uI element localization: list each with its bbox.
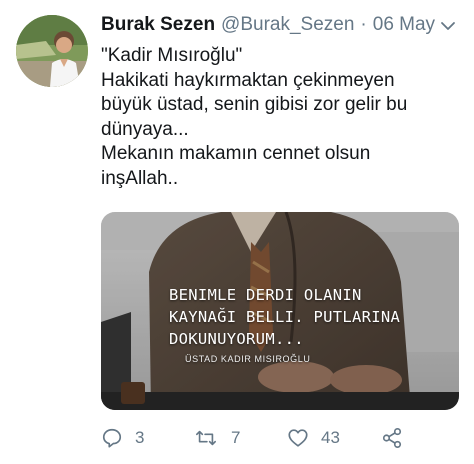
avatar[interactable] xyxy=(16,15,88,87)
tweet-date[interactable]: 06 May xyxy=(373,14,435,36)
media-quote-text: BENIMLE DERDI OLANIN KAYNAĞI BELLI. PUTL… xyxy=(169,284,449,350)
like-button[interactable]: 43 xyxy=(287,424,340,452)
tweet-text-line: Hakikati haykırmaktan çekinmeyen xyxy=(101,69,395,91)
quote-line: BENIMLE DERDI OLANIN xyxy=(169,286,362,304)
tweet-actions: 3 7 43 xyxy=(101,424,461,452)
retweet-count: 7 xyxy=(231,428,241,447)
reply-button[interactable]: 3 xyxy=(101,424,144,452)
like-icon xyxy=(288,429,308,447)
tweet-text-line: inşAllah.. xyxy=(101,167,179,189)
tweet-header: Burak Sezen @Burak_Sezen · 06 May xyxy=(101,14,460,40)
header-separator: · xyxy=(360,14,367,35)
quote-line: DOKUNUYORUM... xyxy=(169,330,304,348)
tweet-media-image[interactable]: BENIMLE DERDI OLANIN KAYNAĞI BELLI. PUTL… xyxy=(101,212,459,410)
reply-icon xyxy=(102,428,122,448)
author-handle[interactable]: @Burak_Sezen xyxy=(221,14,354,36)
like-count: 43 xyxy=(321,428,340,447)
reply-count: 3 xyxy=(135,428,145,447)
share-button[interactable] xyxy=(381,424,403,452)
tweet-text: "Kadir Mısıroğlu" Hakikati haykırmaktan … xyxy=(101,44,461,192)
chevron-down-icon[interactable] xyxy=(440,18,456,34)
tweet-text-line: büyük üstad, senin gibisi zor gelir bu xyxy=(101,94,408,116)
quote-attribution: ÜSTAD KADIR MISIROĞLU xyxy=(185,354,311,364)
share-icon xyxy=(382,428,402,448)
quote-line: KAYNAĞI BELLI. PUTLARINA xyxy=(169,308,401,326)
retweet-icon xyxy=(196,430,216,446)
tweet-text-line: Mekanın makamın cennet olsun xyxy=(101,143,371,165)
author-name[interactable]: Burak Sezen xyxy=(101,14,215,36)
tweet-text-line: "Kadir Mısıroğlu" xyxy=(101,45,243,66)
retweet-button[interactable]: 7 xyxy=(193,424,240,452)
tweet-text-line: dünyaya... xyxy=(101,118,189,140)
